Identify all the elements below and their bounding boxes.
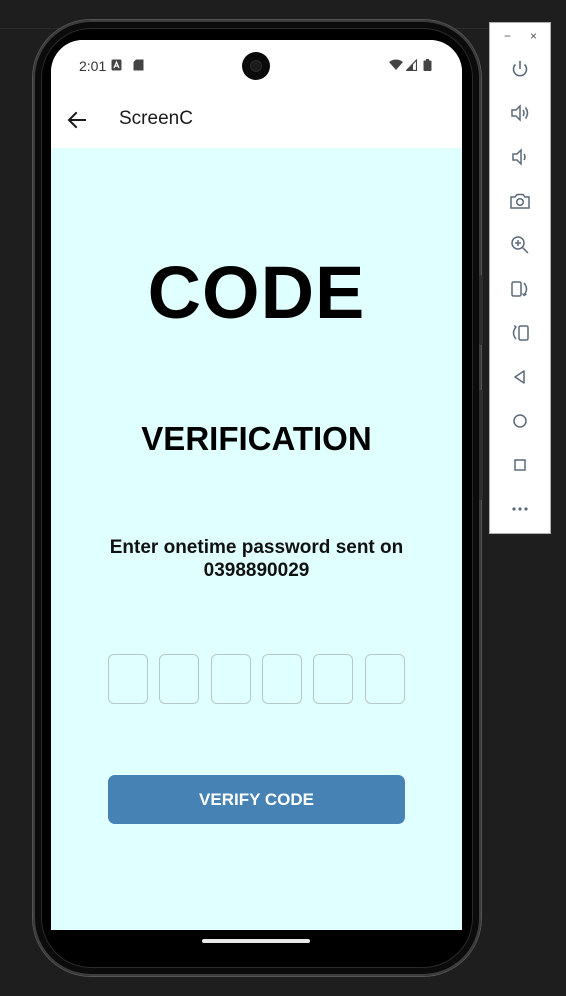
- front-camera: [242, 52, 270, 80]
- wifi-icon: [389, 59, 403, 70]
- arrow-left-icon[interactable]: [65, 108, 89, 132]
- otp-digit-6[interactable]: [365, 654, 405, 704]
- sd-card-icon: [133, 59, 144, 71]
- rotate-left-icon[interactable]: [509, 278, 531, 300]
- volume-down-icon[interactable]: [509, 146, 531, 168]
- page-subheading: VERIFICATION: [141, 420, 372, 457]
- page-heading: CODE: [147, 251, 366, 334]
- battery-icon: [423, 59, 432, 71]
- app-bar-title: ScreenC: [119, 108, 193, 129]
- camera-icon[interactable]: [509, 190, 531, 212]
- emulator-toolbar: − ×: [489, 22, 551, 534]
- otp-digit-4[interactable]: [262, 654, 302, 704]
- phone-side-button: [479, 390, 483, 500]
- otp-digit-5[interactable]: [313, 654, 353, 704]
- notification-a-icon: [111, 59, 122, 71]
- otp-digit-3[interactable]: [211, 654, 251, 704]
- home-icon[interactable]: [509, 410, 531, 432]
- minimize-button[interactable]: −: [504, 29, 511, 43]
- power-icon[interactable]: [509, 58, 531, 80]
- status-bar: 2:01: [51, 40, 462, 92]
- app-bar: ScreenC: [51, 92, 462, 148]
- otp-input-group: [108, 654, 408, 704]
- phone-side-button: [479, 275, 483, 345]
- zoom-in-icon[interactable]: [509, 234, 531, 256]
- verification-content: CODE VERIFICATION Enter onetime password…: [51, 148, 462, 930]
- more-icon[interactable]: [509, 498, 531, 520]
- volume-up-icon[interactable]: [509, 102, 531, 124]
- rotate-right-icon[interactable]: [509, 322, 531, 344]
- otp-digit-1[interactable]: [108, 654, 148, 704]
- signal-icon: [406, 59, 417, 71]
- status-time: 2:01: [79, 58, 107, 74]
- gesture-navigation-bar[interactable]: [202, 939, 310, 943]
- device-screen: 2:01 ScreenC CODE VERIFICATION Enter one…: [51, 40, 462, 930]
- otp-instructions: Enter onetime password sent on 039889002…: [109, 537, 404, 581]
- overview-icon[interactable]: [509, 454, 531, 476]
- close-button[interactable]: ×: [530, 29, 537, 43]
- verify-code-button[interactable]: VERIFY CODE: [108, 775, 405, 824]
- otp-digit-2[interactable]: [159, 654, 199, 704]
- back-icon[interactable]: [509, 366, 531, 388]
